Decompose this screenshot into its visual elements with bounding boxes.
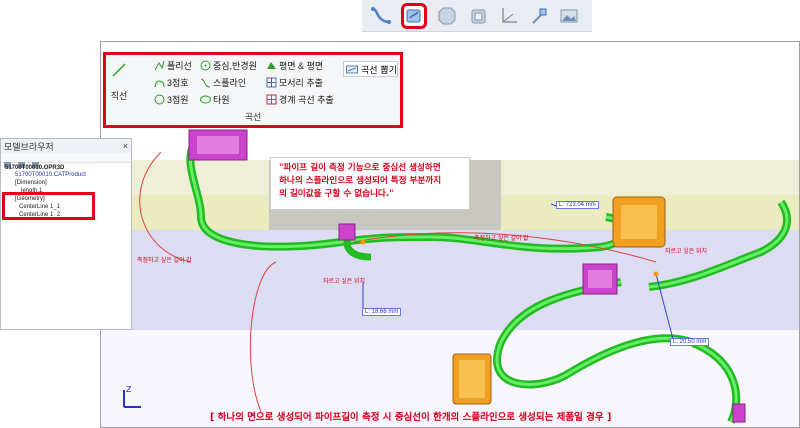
- curve-extract-button[interactable]: 곡선 뽑기: [343, 61, 398, 77]
- spline-tool[interactable]: 스플라인: [200, 76, 246, 89]
- arc3-tool[interactable]: 3점호: [154, 76, 189, 89]
- circle3-tool[interactable]: 3점원: [154, 93, 189, 106]
- measure-label-2: L: 18.66 mm: [362, 308, 402, 316]
- axis-icon[interactable]: [496, 3, 522, 29]
- plane-plane-tool[interactable]: 평면 & 평면: [266, 59, 323, 72]
- label-cut-left: 자르고 싶은 위치: [323, 279, 365, 285]
- curve-extract-label: 곡선 뽑기: [361, 65, 397, 76]
- curve-icon[interactable]: [368, 3, 394, 29]
- image-icon[interactable]: [556, 3, 582, 29]
- polyline-label: 폴리선: [167, 61, 192, 71]
- tree-row-dimension[interactable]: [Dimension]: [15, 180, 47, 186]
- ribbon-group-label: 곡선: [244, 112, 262, 122]
- ellipse-tool[interactable]: 타원: [200, 93, 230, 106]
- browser-toolbar: [1, 153, 131, 168]
- surface-select-icon[interactable]: [401, 3, 427, 29]
- boundary-grid-icon: [266, 94, 277, 105]
- tree-row-product[interactable]: 51700T00010.CATProduct: [15, 172, 86, 178]
- cube-icon[interactable]: [466, 3, 492, 29]
- connector-magenta-mid: [338, 223, 356, 241]
- tube-right: [648, 199, 791, 291]
- spline-icon: [200, 78, 211, 88]
- edge-extract-tool[interactable]: 모서리 추출: [266, 76, 323, 89]
- connector-magenta-right: [582, 263, 618, 295]
- model-browser-panel: 모델브라우저 × 51700T00010.OPR3D 51700T00010.C…: [0, 138, 132, 330]
- polyline-tool[interactable]: 폴리선: [154, 59, 192, 72]
- model-browser-header: 모델브라우저 ×: [1, 139, 131, 153]
- tree-row-root[interactable]: 51700T00010.OPR3D: [5, 165, 64, 171]
- caption: [ 하나의 면으로 생성되어 파이프길이 측정 시 중심선이 한개의 스플라인으…: [210, 412, 612, 423]
- callout-line-2: 하나의 스플라인으로 생성되어 특정 부분까지: [279, 176, 442, 186]
- edge-grid-icon: [266, 77, 277, 88]
- axis-triad-icon: Z: [123, 385, 141, 408]
- label-measure-mid: 측정하고 싶은 길이 값: [474, 236, 529, 242]
- geometry-highlight-box: [2, 192, 95, 220]
- connector-orange-right: [612, 196, 666, 248]
- measure-label-1: L: 723.04 mm: [556, 201, 599, 209]
- measure-label-3: L: 20.50 mm: [670, 338, 710, 346]
- circle3-label: 3점원: [167, 95, 189, 105]
- line-icon: [112, 63, 126, 77]
- connector-orange-bottom: [452, 353, 492, 405]
- callout-box: "파이프 길이 측정 기능으로 중심선 생성하면 하나의 스플라인으로 생성되어…: [270, 157, 470, 210]
- label-measure-left: 측정하고 싶은 길이 값: [137, 258, 192, 264]
- model-browser-title: 모델브라우저: [4, 141, 54, 152]
- center-circle-icon: [200, 60, 211, 71]
- pointer-icon[interactable]: [526, 3, 552, 29]
- plane-plane-label: 평면 & 평면: [279, 61, 324, 71]
- tube-lower: [493, 278, 741, 424]
- octagon-icon[interactable]: [434, 3, 460, 29]
- curve-extract-icon: [346, 65, 358, 73]
- curve-ribbon: 직선 폴리선 3점호 3점원 중심,반경원 스플라인 타원 평면 & 평면 모서…: [103, 52, 403, 128]
- edge-extract-label: 모서리 추출: [279, 78, 323, 88]
- top-toolbar: [362, 0, 592, 32]
- boundary-extract-tool[interactable]: 경계 곡선 추출: [266, 93, 334, 106]
- circle-icon: [154, 94, 165, 105]
- spline-label: 스플라인: [213, 78, 247, 88]
- arc3-label: 3점호: [167, 78, 189, 88]
- polyline-icon: [154, 60, 165, 71]
- boundary-extract-label: 경계 곡선 추출: [279, 95, 334, 105]
- callout-line-3: 의 길이값을 구할 수 없습니다.": [279, 189, 394, 199]
- ellipse-icon: [200, 95, 211, 104]
- connector-magenta-bottom: [732, 403, 746, 423]
- arc-icon: [154, 80, 165, 88]
- axis-z-label: Z: [126, 385, 132, 394]
- line-label: 직선: [110, 91, 128, 101]
- line-tool[interactable]: 직선: [110, 61, 128, 102]
- ellipse-label: 타원: [213, 95, 230, 105]
- connector-magenta-top: [188, 129, 248, 161]
- close-icon[interactable]: ×: [123, 141, 131, 151]
- center-radius-label: 중심,반경원: [213, 61, 257, 71]
- dim-leader-bottom: [249, 261, 277, 413]
- label-cut-right: 자르고 싶은 위치: [665, 249, 707, 255]
- cut-marker-left: [360, 239, 366, 245]
- callout-line-1: "파이프 길이 측정 기능으로 중심선 생성하면: [279, 163, 441, 173]
- cut-marker-right: [653, 271, 659, 277]
- plane-icon: [267, 62, 276, 69]
- dim-arc-left: [139, 151, 192, 263]
- center-radius-tool[interactable]: 중심,반경원: [200, 59, 257, 72]
